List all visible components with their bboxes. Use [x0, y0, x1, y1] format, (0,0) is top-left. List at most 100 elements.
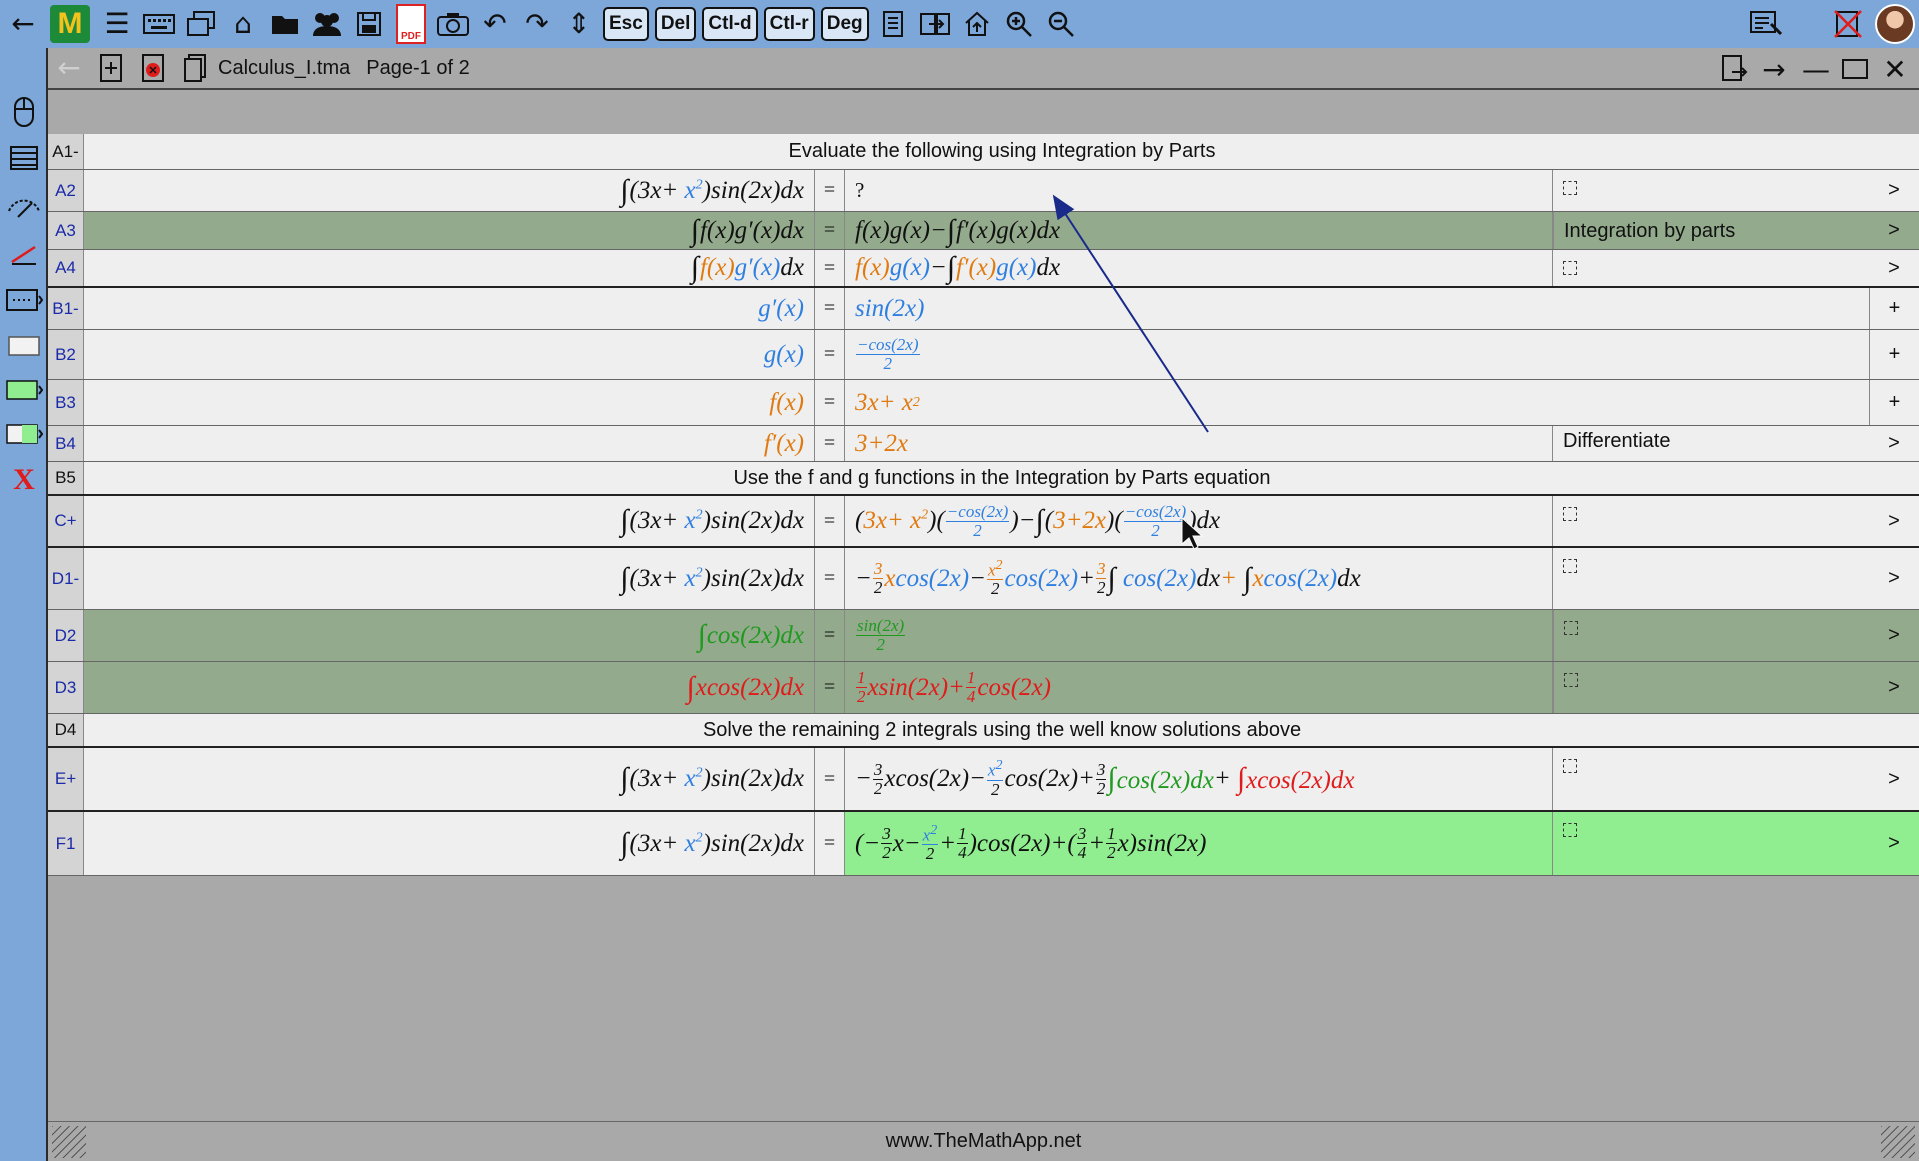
- row-lhs-expression[interactable]: ∫f(x)g′(x)dx: [85, 250, 815, 286]
- vertical-resize-icon[interactable]: ⇕: [558, 4, 600, 44]
- new-page-icon[interactable]: [90, 48, 132, 88]
- worksheet-row[interactable]: D2 ∫ cos(2x)dx = sin(2x) 2 >: [48, 610, 1919, 662]
- eraser-icon[interactable]: [4, 188, 44, 224]
- menu-icon[interactable]: ☰: [96, 4, 138, 44]
- row-label[interactable]: A2: [48, 170, 84, 211]
- row-rhs-expression[interactable]: −3 2 x cos(2x) − x2 2 cos(2x) +3 2 ∫ cos(2x) dx + ∫ x…: [845, 548, 1553, 609]
- row-lhs-expression[interactable]: ∫ xcos(2x)dx: [85, 662, 815, 713]
- save-icon[interactable]: [348, 4, 390, 44]
- zoom-out-icon[interactable]: [1040, 4, 1082, 44]
- checkbox-icon[interactable]: [1563, 559, 1577, 573]
- zoom-in-icon[interactable]: [998, 4, 1040, 44]
- presentation-icon[interactable]: [1745, 4, 1787, 44]
- worksheet-row[interactable]: A2 ∫ (3x+ x2)sin(2x)dx = ? >: [48, 170, 1919, 212]
- row-label[interactable]: B1-: [48, 288, 84, 329]
- file-icon[interactable]: [174, 48, 216, 88]
- row-label[interactable]: B5: [48, 462, 84, 494]
- windows-icon[interactable]: [180, 4, 222, 44]
- row-rhs-expression[interactable]: (3x+ x2)(−cos(2x) 2)− ∫(3+2x)(−cos(2x) 2)dx: [845, 496, 1553, 546]
- app-logo[interactable]: M: [50, 5, 90, 43]
- row-action-button[interactable]: >: [1869, 748, 1919, 810]
- row-note[interactable]: [1553, 662, 1869, 713]
- resize-grip-left-icon[interactable]: [52, 1126, 86, 1158]
- mouse-icon[interactable]: [4, 94, 44, 130]
- row-rhs-expression[interactable]: ?: [845, 170, 1553, 211]
- checkbox-icon[interactable]: [1563, 507, 1577, 521]
- row-action-button[interactable]: >: [1869, 662, 1919, 713]
- row-label[interactable]: D3: [48, 662, 84, 713]
- worksheet-row[interactable]: D4 Solve the remaining 2 integrals using…: [48, 714, 1919, 748]
- back-arrow-icon[interactable]: ←: [2, 4, 44, 44]
- checkbox-icon[interactable]: [1564, 621, 1578, 635]
- esc-key[interactable]: Esc: [603, 7, 649, 41]
- row-lhs-expression[interactable]: ∫ (3x+ x2)sin(2x)dx: [85, 812, 815, 875]
- maximize-icon[interactable]: [1835, 50, 1875, 88]
- row-note[interactable]: [1553, 812, 1869, 875]
- list-icon[interactable]: [4, 140, 44, 176]
- worksheet-row[interactable]: A3 ∫ f(x)g′(x)dx = f(x)g(x)− ∫ f′(x)g(x)dx …: [48, 212, 1919, 250]
- avatar[interactable]: [1875, 4, 1915, 44]
- row-label[interactable]: B3: [48, 380, 84, 425]
- resize-grip-right-icon[interactable]: [1881, 1126, 1915, 1158]
- upload-icon[interactable]: [956, 4, 998, 44]
- row-action-button[interactable]: >: [1869, 548, 1919, 609]
- row-label[interactable]: A4: [48, 250, 84, 286]
- row-label[interactable]: B4: [48, 426, 84, 461]
- row-lhs-expression[interactable]: g′(x): [85, 288, 815, 329]
- folder-icon[interactable]: [264, 4, 306, 44]
- page-export-icon[interactable]: [1715, 50, 1755, 88]
- users-icon[interactable]: [306, 4, 348, 44]
- row-rhs-expression[interactable]: (− 3 2 x− x2 2 +1 4)cos(2x)+(3 4 +1 2 x)sin(2x): [845, 812, 1553, 875]
- worksheet-row[interactable]: A4 ∫ f(x) g′(x) dx = f(x) g(x) − ∫ f′(x) g(x) dx …: [48, 250, 1919, 288]
- row-note[interactable]: [1553, 748, 1869, 810]
- green-box-icon[interactable]: [4, 372, 44, 408]
- checkbox-icon[interactable]: [1563, 823, 1577, 837]
- next-page-icon[interactable]: →: [1754, 50, 1794, 88]
- row-note[interactable]: [1553, 170, 1869, 211]
- home-icon[interactable]: ⌂: [222, 4, 264, 44]
- worksheet-row[interactable]: A1- Evaluate the following using Integra…: [48, 134, 1919, 170]
- dotted-box-icon[interactable]: [4, 282, 44, 318]
- row-lhs-expression[interactable]: f(x): [85, 380, 815, 425]
- row-rhs-expression[interactable]: f(x)g(x)−∫f′(x)g(x)dx: [845, 212, 1553, 249]
- worksheet-row[interactable]: C+ ∫ (3x+ x2)sin(2x)dx = (3x+ x2)(−cos(2x…: [48, 496, 1919, 548]
- row-lhs-expression[interactable]: ∫ (3x+ x2)sin(2x)dx: [85, 170, 815, 211]
- row-action-button[interactable]: >: [1869, 170, 1919, 211]
- row-lhs-expression[interactable]: ∫ cos(2x)dx: [85, 610, 815, 661]
- half-green-box-icon[interactable]: [4, 416, 44, 452]
- row-note[interactable]: [1553, 548, 1869, 609]
- worksheet-row[interactable]: E+ ∫ (3x+ x2)sin(2x)dx = −3 2 xcos(2x)− x2 2 c…: [48, 748, 1919, 812]
- row-add-button[interactable]: +: [1869, 380, 1919, 425]
- row-action-button[interactable]: >: [1869, 250, 1919, 286]
- checkbox-icon[interactable]: [1563, 759, 1577, 773]
- worksheet-row[interactable]: D3 ∫ xcos(2x)dx = 1 2 xsin(2x)+ 1 4 cos(2x) >: [48, 662, 1919, 714]
- deg-key[interactable]: Deg: [820, 7, 869, 41]
- row-rhs-expression[interactable]: 1 2 xsin(2x)+ 1 4 cos(2x): [845, 662, 1553, 713]
- close-document-icon[interactable]: [1827, 4, 1869, 44]
- row-note[interactable]: [1553, 496, 1869, 546]
- worksheet-row[interactable]: D1- ∫ (3x+ x2)sin(2x)dx = −3 2 x cos(2x) − x2 2…: [48, 548, 1919, 610]
- row-label[interactable]: D4: [48, 714, 84, 746]
- worksheet-row[interactable]: F1 ∫ (3x+ x2)sin(2x)dx = (− 3 2 x− x2 2 +1 4)cos…: [48, 812, 1919, 876]
- white-box-icon[interactable]: [4, 328, 44, 364]
- row-label[interactable]: C+: [48, 496, 84, 546]
- row-lhs-expression[interactable]: ∫ (3x+ x2)sin(2x)dx: [85, 496, 815, 546]
- ctl-d-key[interactable]: Ctl-d: [702, 7, 758, 41]
- worksheet-row[interactable]: B1- g′(x) = sin(2x) +: [48, 288, 1919, 330]
- row-add-button[interactable]: +: [1869, 330, 1919, 379]
- worksheet-row[interactable]: B2 g(x) = −cos(2x) 2 +: [48, 330, 1919, 380]
- row-rhs-expression[interactable]: −cos(2x) 2: [845, 330, 1869, 379]
- worksheet-row[interactable]: B5 Use the f and g functions in the Inte…: [48, 462, 1919, 496]
- checkbox-icon[interactable]: [1563, 181, 1577, 195]
- ctl-r-key[interactable]: Ctl-r: [763, 7, 815, 41]
- row-label[interactable]: A1-: [48, 134, 84, 169]
- camera-icon[interactable]: [432, 4, 474, 44]
- row-label[interactable]: B2: [48, 330, 84, 379]
- row-action-button[interactable]: >: [1869, 426, 1919, 461]
- row-lhs-expression[interactable]: f′(x): [85, 426, 815, 461]
- close-window-icon[interactable]: ✕: [1875, 50, 1915, 88]
- row-note[interactable]: Integration by parts: [1553, 212, 1869, 249]
- keyboard-icon[interactable]: [138, 4, 180, 44]
- row-note[interactable]: [1553, 250, 1869, 286]
- checkbox-icon[interactable]: [1563, 261, 1577, 275]
